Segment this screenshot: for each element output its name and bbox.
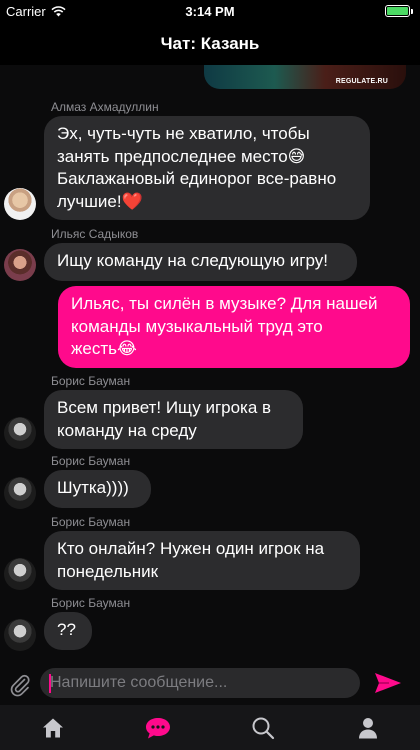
home-icon (42, 718, 63, 737)
avatar[interactable] (4, 477, 36, 509)
tab-bar (0, 705, 420, 750)
tab-search[interactable] (210, 705, 315, 750)
message-list[interactable]: REGULATE.RU Алмаз Ахмадуллин Эх, чуть-чу… (0, 65, 420, 665)
message-input[interactable] (40, 668, 360, 698)
sender-name: Алмаз Ахмадуллин (51, 100, 159, 114)
profile-icon (358, 717, 377, 738)
avatar[interactable] (4, 188, 36, 220)
text-cursor (49, 674, 51, 693)
avatar[interactable] (4, 619, 36, 651)
avatar[interactable] (4, 417, 36, 449)
battery-fill (387, 7, 408, 15)
avatar[interactable] (4, 249, 36, 281)
tab-chats[interactable] (105, 705, 210, 750)
attachment-icon[interactable] (8, 673, 32, 697)
status-bar: Carrier 3:14 PM (0, 0, 420, 22)
message-bubble-incoming[interactable]: Эх, чуть-чуть не хватило, чтобы занять п… (44, 116, 370, 220)
message-bubble-incoming[interactable]: Ищу команду на следующую игру! (44, 243, 357, 281)
message-bubble-outgoing[interactable]: Ильяс, ты силён в музыке? Для нашей кома… (58, 286, 410, 368)
sender-name: Борис Бауман (51, 515, 131, 529)
status-time: 3:14 PM (185, 4, 235, 19)
message-bubble-incoming[interactable]: Кто онлайн? Нужен один игрок на понедель… (44, 531, 360, 590)
search-icon (252, 717, 274, 739)
composer-bar (0, 665, 420, 705)
sender-name: Ильяс Садыков (51, 227, 139, 241)
sender-name: Борис Бауман (51, 596, 131, 610)
image-message-preview[interactable]: REGULATE.RU (204, 65, 406, 89)
avatar[interactable] (4, 558, 36, 590)
sender-name: Борис Бауман (51, 454, 131, 468)
message-bubble-incoming[interactable]: Шутка)))) (44, 470, 151, 508)
tab-home[interactable] (0, 705, 105, 750)
image-watermark: REGULATE.RU (335, 78, 388, 85)
message-bubble-incoming[interactable]: ?? (44, 612, 92, 650)
message-bubble-incoming[interactable]: Всем привет! Ищу игрока в команду на сре… (44, 390, 303, 449)
chat-title: Чат: Казань (160, 34, 260, 53)
chat-icon (145, 717, 170, 738)
send-icon[interactable] (373, 671, 403, 695)
tab-profile[interactable] (315, 705, 420, 750)
battery-icon (385, 5, 413, 17)
sender-name: Борис Бауман (51, 374, 131, 388)
